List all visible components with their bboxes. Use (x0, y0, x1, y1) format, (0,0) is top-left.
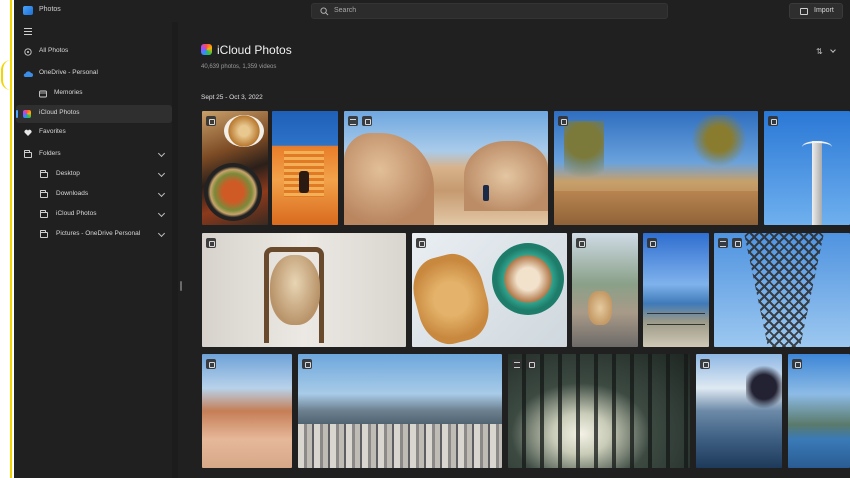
all-photos-icon (24, 48, 32, 56)
photo-thumbnail[interactable] (272, 111, 338, 225)
photo-thumbnail[interactable] (298, 354, 502, 468)
sidebar-item-icloud-photos-folder[interactable]: iCloud Photos (16, 206, 172, 224)
chevron-down-icon[interactable] (157, 209, 166, 218)
chevron-down-icon[interactable] (157, 189, 166, 198)
app-title: Photos (39, 6, 61, 13)
folder-icon (24, 150, 32, 158)
chevron-down-icon[interactable] (157, 149, 166, 158)
chevron-down-icon[interactable] (830, 47, 836, 53)
live-photo-icon (718, 238, 728, 248)
sidebar-item-all-photos[interactable]: All Photos (16, 43, 172, 61)
photos-window: Photos Search Import All Photos OneDrive… (14, 0, 850, 478)
cloud-icon (23, 71, 33, 77)
folder-icon (40, 190, 48, 198)
import-icon (800, 8, 808, 15)
chevron-down-icon[interactable] (157, 169, 166, 178)
cloud-status-icon (792, 359, 802, 369)
sidebar-item-icloud-photos[interactable]: iCloud Photos (16, 105, 172, 123)
sidebar-item-pictures-onedrive[interactable]: Pictures - OneDrive Personal (16, 226, 172, 244)
photo-thumbnail[interactable] (202, 354, 292, 468)
photo-thumbnail[interactable] (764, 111, 850, 225)
sidebar-item-label: Folders (39, 150, 61, 157)
sidebar-item-downloads[interactable]: Downloads (16, 186, 172, 204)
cloud-status-icon (206, 238, 216, 248)
live-photo-icon (512, 359, 522, 369)
pane-resize-handle[interactable] (180, 281, 182, 291)
folder-icon (40, 230, 48, 238)
cloud-status-icon (206, 359, 216, 369)
sidebar-item-label: Downloads (56, 190, 89, 197)
photo-thumbnail[interactable] (412, 233, 567, 347)
sidebar-item-label: iCloud Photos (56, 210, 97, 217)
sidebar-item-label: OneDrive - Personal (39, 69, 98, 76)
photo-thumbnail[interactable] (202, 111, 268, 225)
sidebar: All Photos OneDrive - Personal Memories … (14, 22, 179, 478)
date-group-header: Sept 25 - Oct 3, 2022 (201, 94, 263, 101)
sidebar-item-label: Desktop (56, 170, 80, 177)
cloud-status-icon (302, 359, 312, 369)
photo-thumbnail[interactable] (572, 233, 638, 347)
sidebar-item-label: All Photos (39, 47, 69, 54)
page-title: iCloud Photos (217, 43, 292, 57)
cloud-status-icon (526, 359, 536, 369)
photo-thumbnail[interactable] (788, 354, 850, 468)
icloud-photos-icon (23, 110, 31, 118)
cloud-status-icon (768, 116, 778, 126)
cloud-status-icon (732, 238, 742, 248)
cloud-status-icon (206, 116, 216, 126)
search-icon (320, 7, 329, 16)
import-button[interactable]: Import (789, 3, 843, 19)
main-content: iCloud Photos 40,639 photos, 1,359 video… (186, 22, 850, 478)
photo-thumbnail[interactable] (202, 233, 406, 347)
sidebar-item-favorites[interactable]: Favorites (16, 124, 172, 142)
import-label: Import (814, 7, 834, 14)
photo-thumbnail[interactable] (643, 233, 709, 347)
photos-app-icon (23, 6, 33, 15)
screen-edge-decoration (0, 0, 14, 478)
live-photo-icon (348, 116, 358, 126)
sidebar-item-label: Memories (54, 89, 83, 96)
sidebar-item-desktop[interactable]: Desktop (16, 166, 172, 184)
memories-icon (39, 90, 47, 98)
cloud-status-icon (647, 238, 657, 248)
photo-count: 40,639 photos, 1,359 videos (201, 64, 277, 70)
photo-thumbnail[interactable] (696, 354, 782, 468)
cloud-status-icon (362, 116, 372, 126)
cloud-status-icon (558, 116, 568, 126)
folder-icon (40, 210, 48, 218)
photo-thumbnail[interactable] (508, 354, 690, 468)
icloud-photos-icon (201, 44, 212, 55)
title-bar: Photos Search Import (14, 0, 850, 22)
cloud-status-icon (576, 238, 586, 248)
sort-icon[interactable]: ⇅ (816, 47, 823, 56)
search-placeholder: Search (334, 7, 357, 14)
photo-thumbnail[interactable] (714, 233, 850, 347)
photo-thumbnail[interactable] (344, 111, 548, 225)
sidebar-item-memories[interactable]: Memories (16, 85, 172, 103)
menu-icon[interactable] (24, 28, 32, 35)
sidebar-item-label: Favorites (39, 128, 66, 135)
sidebar-item-onedrive[interactable]: OneDrive - Personal (16, 65, 172, 83)
cloud-status-icon (416, 238, 426, 248)
sidebar-divider (172, 22, 178, 478)
folder-icon (40, 170, 48, 178)
sidebar-item-label: iCloud Photos (39, 109, 80, 116)
search-box[interactable]: Search (311, 3, 668, 19)
sidebar-item-label: Pictures - OneDrive Personal (56, 230, 141, 237)
chevron-down-icon[interactable] (157, 229, 166, 238)
cloud-status-icon (700, 359, 710, 369)
photo-thumbnail[interactable] (554, 111, 758, 225)
sidebar-item-folders[interactable]: Folders (16, 146, 172, 164)
heart-icon (24, 129, 32, 136)
